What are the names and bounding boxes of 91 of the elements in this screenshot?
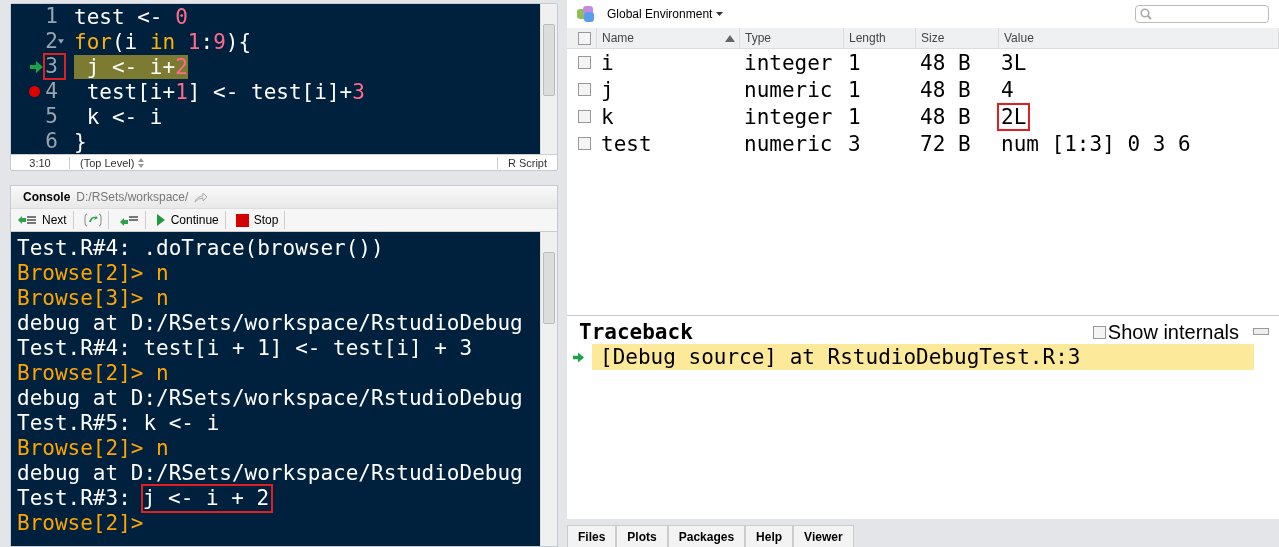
console-prompt: Browse[2]> n [17, 436, 169, 461]
show-internals-checkbox[interactable] [1092, 325, 1106, 339]
console-output: debug at D:/RSets/workspace/RstudioDebug [17, 461, 523, 486]
column-header[interactable]: Value [1004, 31, 1034, 45]
search-icon [1140, 8, 1152, 20]
line-number: 2 [45, 30, 58, 53]
scope-selector[interactable]: (Top Level) [80, 156, 145, 169]
caret-icon [716, 12, 724, 16]
code-line: for(i in 1:9){ [73, 29, 252, 54]
variable-type: integer [743, 50, 834, 75]
pane-tab[interactable]: Plots [616, 525, 668, 547]
console-output: debug at D:/RSets/workspace/RstudioDebug [17, 386, 523, 411]
search-field[interactable] [1135, 5, 1269, 23]
step-button[interactable] [81, 211, 109, 229]
step-into-icon [83, 213, 102, 227]
variable-length: 3 [847, 131, 862, 156]
column-header[interactable]: Type [745, 31, 771, 45]
pane-tab[interactable]: Packages [667, 525, 746, 547]
cursor-position: 3:10 [11, 156, 70, 169]
row-checkbox[interactable] [578, 83, 591, 96]
console-prompt: Browse[2]> n [17, 261, 169, 286]
sort-icon[interactable] [725, 34, 735, 42]
variable-size: 48 B [919, 77, 972, 102]
console-title: Console [23, 190, 71, 204]
row-checkbox[interactable] [578, 110, 591, 123]
pane-tab[interactable]: Viewer [793, 525, 854, 547]
console-output: Test.R#3: [17, 486, 131, 511]
variable-size: 48 B [919, 50, 972, 75]
variable-name: test [600, 131, 653, 156]
working-directory: D:/RSets/workspace/ [76, 190, 189, 204]
variable-type: integer [743, 104, 834, 129]
console-output: Test.R#4: test[i + 1] <- test[i] + 3 [17, 336, 473, 361]
variable-type: numeric [743, 77, 834, 102]
line-number: 1 [45, 5, 59, 28]
console-output: Test.R#5: k <- i [17, 411, 220, 436]
line-number: 6 [45, 130, 59, 153]
variable-size: 48 B [919, 104, 972, 129]
next-button[interactable]: Next [15, 211, 74, 229]
console-prompt: Browse[2]> [17, 511, 144, 536]
variable-value: 3L [1000, 50, 1028, 75]
variable-size: 72 B [919, 131, 972, 156]
pane-tab[interactable]: Files [567, 525, 617, 547]
variable-name: j [600, 77, 615, 102]
variable-length: 1 [847, 104, 862, 129]
step-out-icon [118, 214, 139, 226]
fold-icon[interactable] [58, 39, 64, 44]
highlighted-code: j <- i + 2 [142, 486, 272, 511]
variable-name: k [600, 104, 615, 129]
next-icon [17, 214, 37, 226]
column-header[interactable]: Size [921, 31, 945, 45]
code-line: test <- 0 [73, 4, 188, 29]
variable-value: 4 [1000, 77, 1015, 102]
current-frame-arrow-icon [573, 351, 584, 363]
variable-type: numeric [743, 131, 834, 156]
show-internals-label: Show internals [1107, 320, 1239, 344]
console-output: Test.R#4: .doTrace(browser()) [17, 236, 384, 261]
minimize-icon[interactable] [1253, 328, 1269, 336]
select-all-checkbox[interactable] [578, 31, 591, 45]
row-checkbox[interactable] [578, 56, 591, 69]
console-output: debug at D:/RSets/workspace/RstudioDebug [17, 311, 523, 336]
traceback-frame[interactable]: [Debug source] at RstudioDebugTest.R:3 [592, 344, 1254, 370]
variable-length: 1 [847, 50, 862, 75]
console-prompt: Browse[3]> n [17, 286, 169, 311]
column-header[interactable]: Name [602, 31, 634, 45]
breakpoint-icon[interactable] [29, 86, 41, 97]
variable-value: 2L [999, 104, 1029, 129]
row-checkbox[interactable] [578, 137, 591, 150]
file-type-selector[interactable]: R Script [496, 156, 557, 169]
environment-icon [577, 6, 595, 22]
line-number: 3 [45, 55, 64, 78]
play-icon [155, 213, 166, 227]
traceback-title: Traceback [579, 320, 693, 344]
line-number: 5 [45, 105, 59, 128]
variable-length: 1 [847, 77, 862, 102]
code-line: } [73, 129, 87, 154]
continue-button[interactable]: Continue [153, 211, 226, 229]
stop-button[interactable]: Stop [233, 211, 286, 229]
updown-icon [138, 157, 145, 168]
scrollbar[interactable] [540, 4, 557, 154]
share-arrow-icon[interactable] [194, 191, 209, 203]
column-header[interactable]: Length [849, 31, 886, 45]
code-line: test[i+1] <- test[i]+3 [85, 79, 365, 104]
scrollbar[interactable] [540, 232, 557, 546]
line-number: 4 [45, 80, 59, 103]
variable-value: num [1:3] 0 3 6 [1000, 131, 1192, 156]
console-prompt: Browse[2]> n [17, 361, 169, 386]
variable-name: i [600, 50, 615, 75]
pane-tab[interactable]: Help [745, 525, 794, 547]
stop-icon [235, 213, 249, 227]
code-line: k <- i [85, 104, 163, 129]
environment-dropdown[interactable]: Global Environment [601, 6, 730, 22]
